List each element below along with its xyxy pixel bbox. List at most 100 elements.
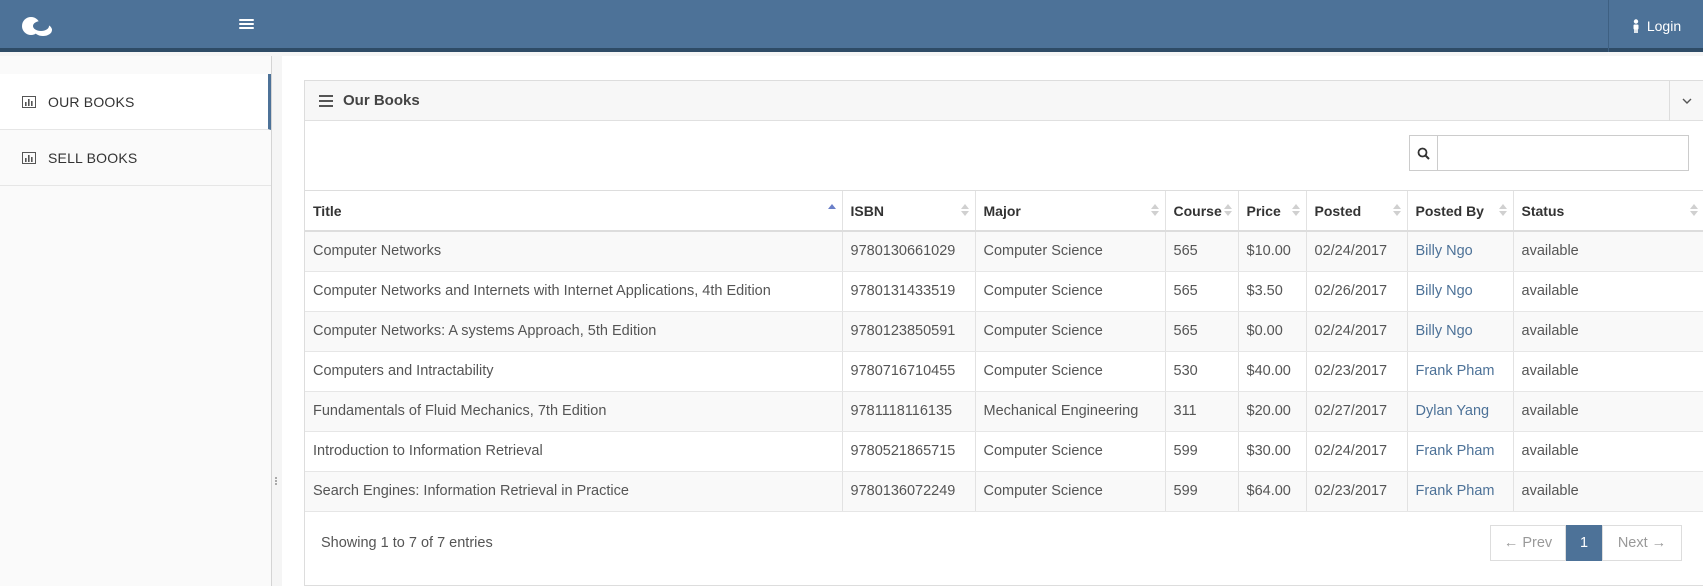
- table-header-row: Title ISBN Major Course Price Posted Posted By…: [305, 191, 1703, 232]
- top-header: Login: [0, 0, 1703, 52]
- cell-price: $3.50: [1238, 271, 1307, 312]
- cell-status: available: [1513, 311, 1703, 352]
- sidebar-item-label: OUR BOOKS: [48, 93, 135, 110]
- search-input[interactable]: [1438, 136, 1688, 170]
- table-row[interactable]: Computer Networks 9780130661029 Computer S…: [305, 231, 1703, 272]
- cell-isbn: 9780521865715: [842, 431, 976, 472]
- search-button[interactable]: [1410, 136, 1438, 170]
- column-header-status[interactable]: Status: [1513, 191, 1703, 232]
- column-header-label: Posted By: [1415, 202, 1484, 219]
- list-icon: [319, 94, 333, 107]
- sort-icon: [1291, 204, 1300, 216]
- cell-isbn: 9780123850591: [842, 311, 976, 352]
- cell-posted-by[interactable]: Billy Ngo: [1407, 311, 1514, 352]
- sort-ascending-icon: [827, 204, 836, 209]
- table-row[interactable]: Computer Networks: A systems Approach, 5…: [305, 311, 1703, 352]
- column-header-label: ISBN: [850, 202, 884, 219]
- next-page-button[interactable]: Next →: [1602, 525, 1682, 561]
- column-header-label: Price: [1246, 202, 1281, 219]
- sidebar-item-our-books[interactable]: OUR BOOKS: [0, 74, 271, 130]
- column-header-posted-by[interactable]: Posted By: [1407, 191, 1514, 232]
- main-content: Our Books Title ISBN Major Course Price …: [282, 56, 1703, 586]
- column-header-label: Course: [1173, 202, 1222, 219]
- login-label: Login: [1646, 18, 1682, 34]
- chevron-down-icon: [1682, 98, 1691, 104]
- cell-isbn: 9780130661029: [842, 231, 976, 272]
- panel-title: Our Books: [343, 92, 420, 109]
- sidebar-item-sell-books[interactable]: SELL BOOKS: [0, 130, 271, 186]
- sort-icon: [1392, 204, 1401, 216]
- cell-title: Computers and Intractability: [305, 351, 843, 392]
- search-box: [1409, 135, 1689, 171]
- cell-course: 565: [1165, 311, 1239, 352]
- cell-major: Computer Science: [975, 231, 1166, 272]
- column-header-isbn[interactable]: ISBN: [842, 191, 976, 232]
- table-row[interactable]: Fundamentals of Fluid Mechanics, 7th Edi…: [305, 391, 1703, 432]
- collapse-button[interactable]: [1669, 81, 1703, 121]
- cell-status: available: [1513, 351, 1703, 392]
- sort-icon: [1689, 204, 1698, 216]
- user-icon: [1633, 19, 1639, 33]
- cell-title: Fundamentals of Fluid Mechanics, 7th Edi…: [305, 391, 843, 432]
- table-footer: Showing 1 to 7 of 7 entries ← Prev 1 Nex…: [305, 511, 1703, 579]
- cell-course: 599: [1165, 431, 1239, 472]
- cell-status: available: [1513, 271, 1703, 312]
- cell-posted-by[interactable]: Billy Ngo: [1407, 271, 1514, 312]
- table-row[interactable]: Introduction to Information Retrieval 978…: [305, 431, 1703, 472]
- column-header-label: Status: [1521, 202, 1565, 219]
- cell-status: available: [1513, 231, 1703, 272]
- resize-handle[interactable]: [274, 476, 278, 490]
- cell-posted: 02/27/2017: [1306, 391, 1408, 432]
- cell-posted-by[interactable]: Frank Pham: [1407, 351, 1514, 392]
- table-row[interactable]: Computers and Intractability 978071671045…: [305, 351, 1703, 392]
- cell-posted: 02/26/2017: [1306, 271, 1408, 312]
- cell-posted-by[interactable]: Frank Pham: [1407, 431, 1514, 472]
- cell-posted: 02/24/2017: [1306, 311, 1408, 352]
- cell-posted-by[interactable]: Dylan Yang: [1407, 391, 1514, 432]
- search-icon: [1417, 147, 1430, 160]
- search-row: [305, 121, 1703, 191]
- login-button[interactable]: Login: [1608, 0, 1703, 52]
- cell-status: available: [1513, 391, 1703, 432]
- cell-major: Computer Science: [975, 351, 1166, 392]
- column-header-price[interactable]: Price: [1238, 191, 1307, 232]
- prev-page-button[interactable]: ← Prev: [1490, 525, 1566, 561]
- bar-chart-icon: [22, 151, 36, 164]
- column-header-posted[interactable]: Posted: [1306, 191, 1408, 232]
- table-row[interactable]: Computer Networks and Internets with Int…: [305, 271, 1703, 312]
- sort-icon: [1150, 204, 1159, 216]
- logo-icon[interactable]: [20, 15, 56, 39]
- table-row[interactable]: Search Engines: Information Retrieval in…: [305, 471, 1703, 512]
- table-body: Computer Networks 9780130661029 Computer S…: [305, 231, 1703, 512]
- books-table: Title ISBN Major Course Price Posted Posted By…: [305, 191, 1703, 512]
- panel-header: Our Books: [305, 81, 1703, 121]
- cell-title: Computer Networks: A systems Approach, 5…: [305, 311, 843, 352]
- cell-title: Introduction to Information Retrieval: [305, 431, 843, 472]
- sidebar-item-label: SELL BOOKS: [48, 149, 138, 166]
- cell-title: Search Engines: Information Retrieval in…: [305, 471, 843, 512]
- column-header-title[interactable]: Title: [305, 191, 843, 232]
- cell-major: Computer Science: [975, 311, 1166, 352]
- cell-isbn: 9780716710455: [842, 351, 976, 392]
- cell-title: Computer Networks: [305, 231, 843, 272]
- page-1-button[interactable]: 1: [1566, 525, 1602, 561]
- sort-icon: [1498, 204, 1507, 216]
- cell-posted-by[interactable]: Frank Pham: [1407, 471, 1514, 512]
- column-header-major[interactable]: Major: [975, 191, 1166, 232]
- menu-toggle-icon[interactable]: [238, 17, 256, 33]
- cell-posted-by[interactable]: Billy Ngo: [1407, 231, 1514, 272]
- bar-chart-icon: [22, 95, 36, 108]
- cell-posted: 02/23/2017: [1306, 351, 1408, 392]
- cell-major: Computer Science: [975, 471, 1166, 512]
- cell-major: Computer Science: [975, 271, 1166, 312]
- cell-posted: 02/24/2017: [1306, 431, 1408, 472]
- cell-posted: 02/24/2017: [1306, 231, 1408, 272]
- cell-course: 311: [1165, 391, 1239, 432]
- cell-price: $0.00: [1238, 311, 1307, 352]
- sidebar: OUR BOOKS SELL BOOKS: [0, 56, 272, 586]
- cell-course: 530: [1165, 351, 1239, 392]
- cell-course: 565: [1165, 271, 1239, 312]
- column-header-course[interactable]: Course: [1165, 191, 1239, 232]
- sort-icon: [960, 204, 969, 216]
- cell-price: $30.00: [1238, 431, 1307, 472]
